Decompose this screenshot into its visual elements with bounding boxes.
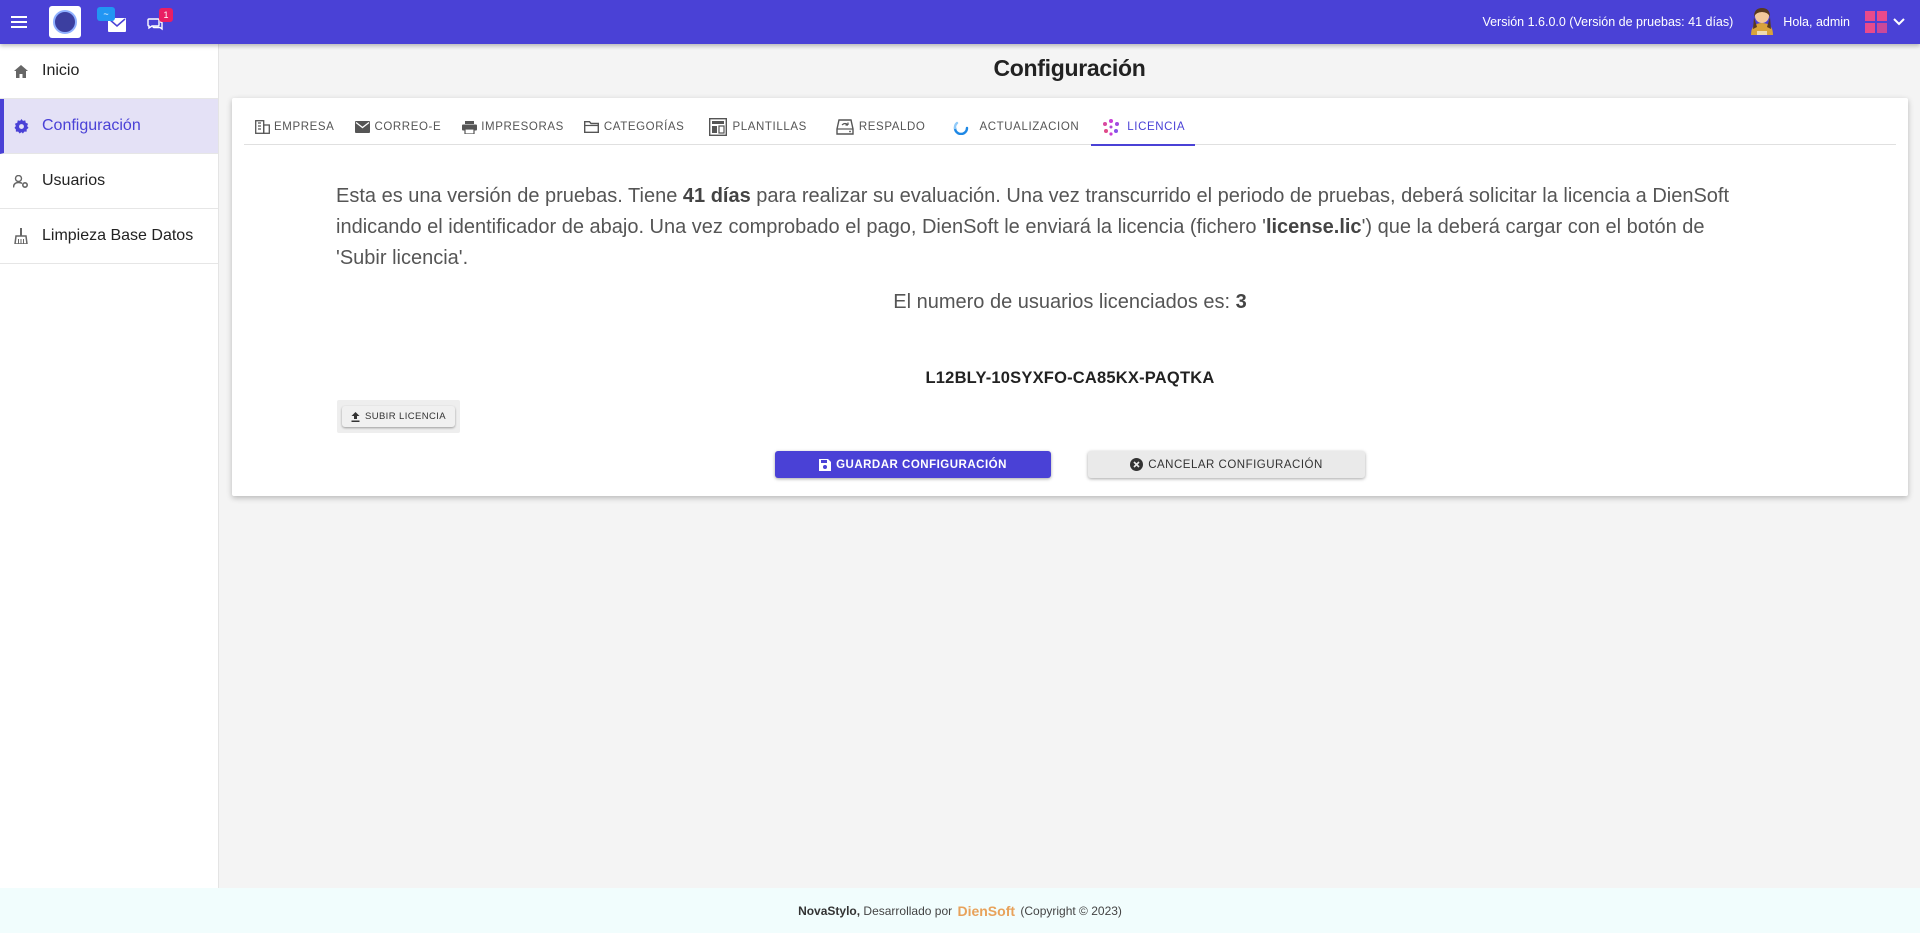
settings-card: EMPRESA CORREO-E IMPRESORAS CATEGORÍAS P…	[232, 98, 1908, 496]
menu-button[interactable]	[0, 0, 38, 44]
tab-label: CATEGORÍAS	[603, 121, 685, 133]
gear-icon	[12, 117, 30, 135]
tab-label: LICENCIA	[1127, 121, 1186, 133]
save-configuration-label: GUARDAR CONFIGURACIÓN	[836, 458, 1007, 471]
footer-company-link[interactable]: DienSoft	[957, 903, 1015, 919]
tab-label: EMPRESA	[274, 121, 335, 133]
chat-button[interactable]: 1	[135, 0, 175, 44]
sidebar-item-label: Inicio	[42, 62, 80, 79]
tab-plantillas[interactable]: PLANTILLAS	[698, 109, 816, 145]
apps-icon[interactable]	[1864, 10, 1888, 34]
top-app-bar: ~ 1 Versión 1.6.0.0 (Versión de pruebas:…	[0, 0, 1920, 44]
user-avatar[interactable]	[1747, 5, 1777, 39]
tab-bar: EMPRESA CORREO-E IMPRESORAS CATEGORÍAS P…	[244, 109, 1896, 146]
messages-badge: ~	[97, 7, 115, 21]
sidebar-item-inicio[interactable]: Inicio	[0, 44, 218, 99]
users-settings-icon	[12, 172, 30, 190]
tab-label: RESPALDO	[858, 121, 926, 133]
folder-icon	[584, 119, 600, 135]
footer-copyright: (Copyright © 2023)	[1017, 903, 1122, 918]
sidebar-item-label: Configuración	[42, 117, 141, 134]
info-text-1: Esta es una versión de pruebas. Tiene	[336, 185, 683, 207]
licensed-users-text: El numero de usuarios licenciados es: 3	[232, 291, 1908, 314]
hamburger-icon	[11, 16, 27, 28]
page-title: Configuración	[993, 55, 1146, 81]
chevron-down-icon[interactable]	[1892, 17, 1906, 27]
tab-correo[interactable]: CORREO-E	[344, 109, 451, 145]
version-label: Versión 1.6.0.0 (Versión de pruebas: 41 …	[1482, 15, 1734, 29]
template-icon	[708, 117, 728, 137]
tab-label: CORREO-E	[374, 121, 442, 133]
spinner-icon	[953, 119, 969, 135]
save-configuration-button[interactable]: GUARDAR CONFIGURACIÓN	[775, 451, 1051, 478]
backup-icon	[835, 118, 855, 136]
cancel-configuration-label: CANCELAR CONFIGURACIÓN	[1148, 458, 1323, 471]
sidebar-item-label: Usuarios	[42, 172, 106, 189]
sidebar-item-configuracion[interactable]: Configuración	[0, 99, 218, 154]
license-file-name: license.lic	[1265, 216, 1362, 238]
sidebar-item-usuarios[interactable]: Usuarios	[0, 154, 218, 209]
broom-icon	[12, 227, 30, 245]
tab-impresoras[interactable]: IMPRESORAS	[451, 109, 574, 145]
upload-license-label: SUBIR LICENCIA	[364, 411, 447, 422]
chat-badge: 1	[159, 8, 173, 22]
sidebar-item-limpieza[interactable]: Limpieza Base Datos	[0, 209, 218, 264]
cancel-configuration-button[interactable]: CANCELAR CONFIGURACIÓN	[1088, 451, 1365, 478]
printer-icon	[461, 119, 477, 135]
tab-label: ACTUALIZACION	[979, 121, 1080, 133]
tab-respaldo[interactable]: RESPALDO	[825, 109, 936, 145]
tab-licencia[interactable]: LICENCIA	[1091, 109, 1195, 146]
save-icon	[819, 458, 832, 471]
tab-empresa[interactable]: EMPRESA	[244, 109, 344, 145]
footer-developed-by: Desarrollado por	[860, 903, 956, 918]
building-icon	[254, 119, 270, 135]
footer: NovaStylo, Desarrollado por DienSoft (Co…	[0, 888, 1920, 933]
tab-label: IMPRESORAS	[481, 121, 564, 133]
sidebar: Inicio Configuración Usuarios Limpieza B…	[0, 44, 219, 888]
mail-icon	[354, 119, 370, 135]
trial-days: 41 días	[682, 185, 751, 207]
tab-label: PLANTILLAS	[732, 121, 807, 133]
license-info-text: Esta es una versión de pruebas. Tiene 41…	[336, 181, 1756, 274]
cancel-circle-icon	[1130, 458, 1144, 471]
upload-license-button[interactable]: SUBIR LICENCIA	[342, 406, 455, 427]
footer-brand: NovaStylo,	[798, 903, 861, 918]
licensed-users-label: El numero de usuarios licenciados es:	[893, 291, 1236, 313]
upload-icon	[351, 411, 360, 422]
license-icon	[1101, 117, 1121, 137]
app-logo[interactable]	[49, 6, 81, 38]
tab-categorias[interactable]: CATEGORÍAS	[574, 109, 695, 145]
license-identifier: L12BLY-10SYXFO-CA85KX-PAQTKA	[925, 369, 1215, 387]
home-icon	[12, 62, 30, 80]
upload-license-area: SUBIR LICENCIA	[337, 400, 460, 433]
messages-button[interactable]: ~	[91, 0, 131, 44]
sidebar-item-label: Limpieza Base Datos	[42, 227, 194, 244]
licensed-users-count: 3	[1235, 291, 1247, 313]
greeting-label: Hola, admin	[1783, 15, 1850, 29]
tab-actualizacion[interactable]: ACTUALIZACION	[943, 109, 1089, 145]
